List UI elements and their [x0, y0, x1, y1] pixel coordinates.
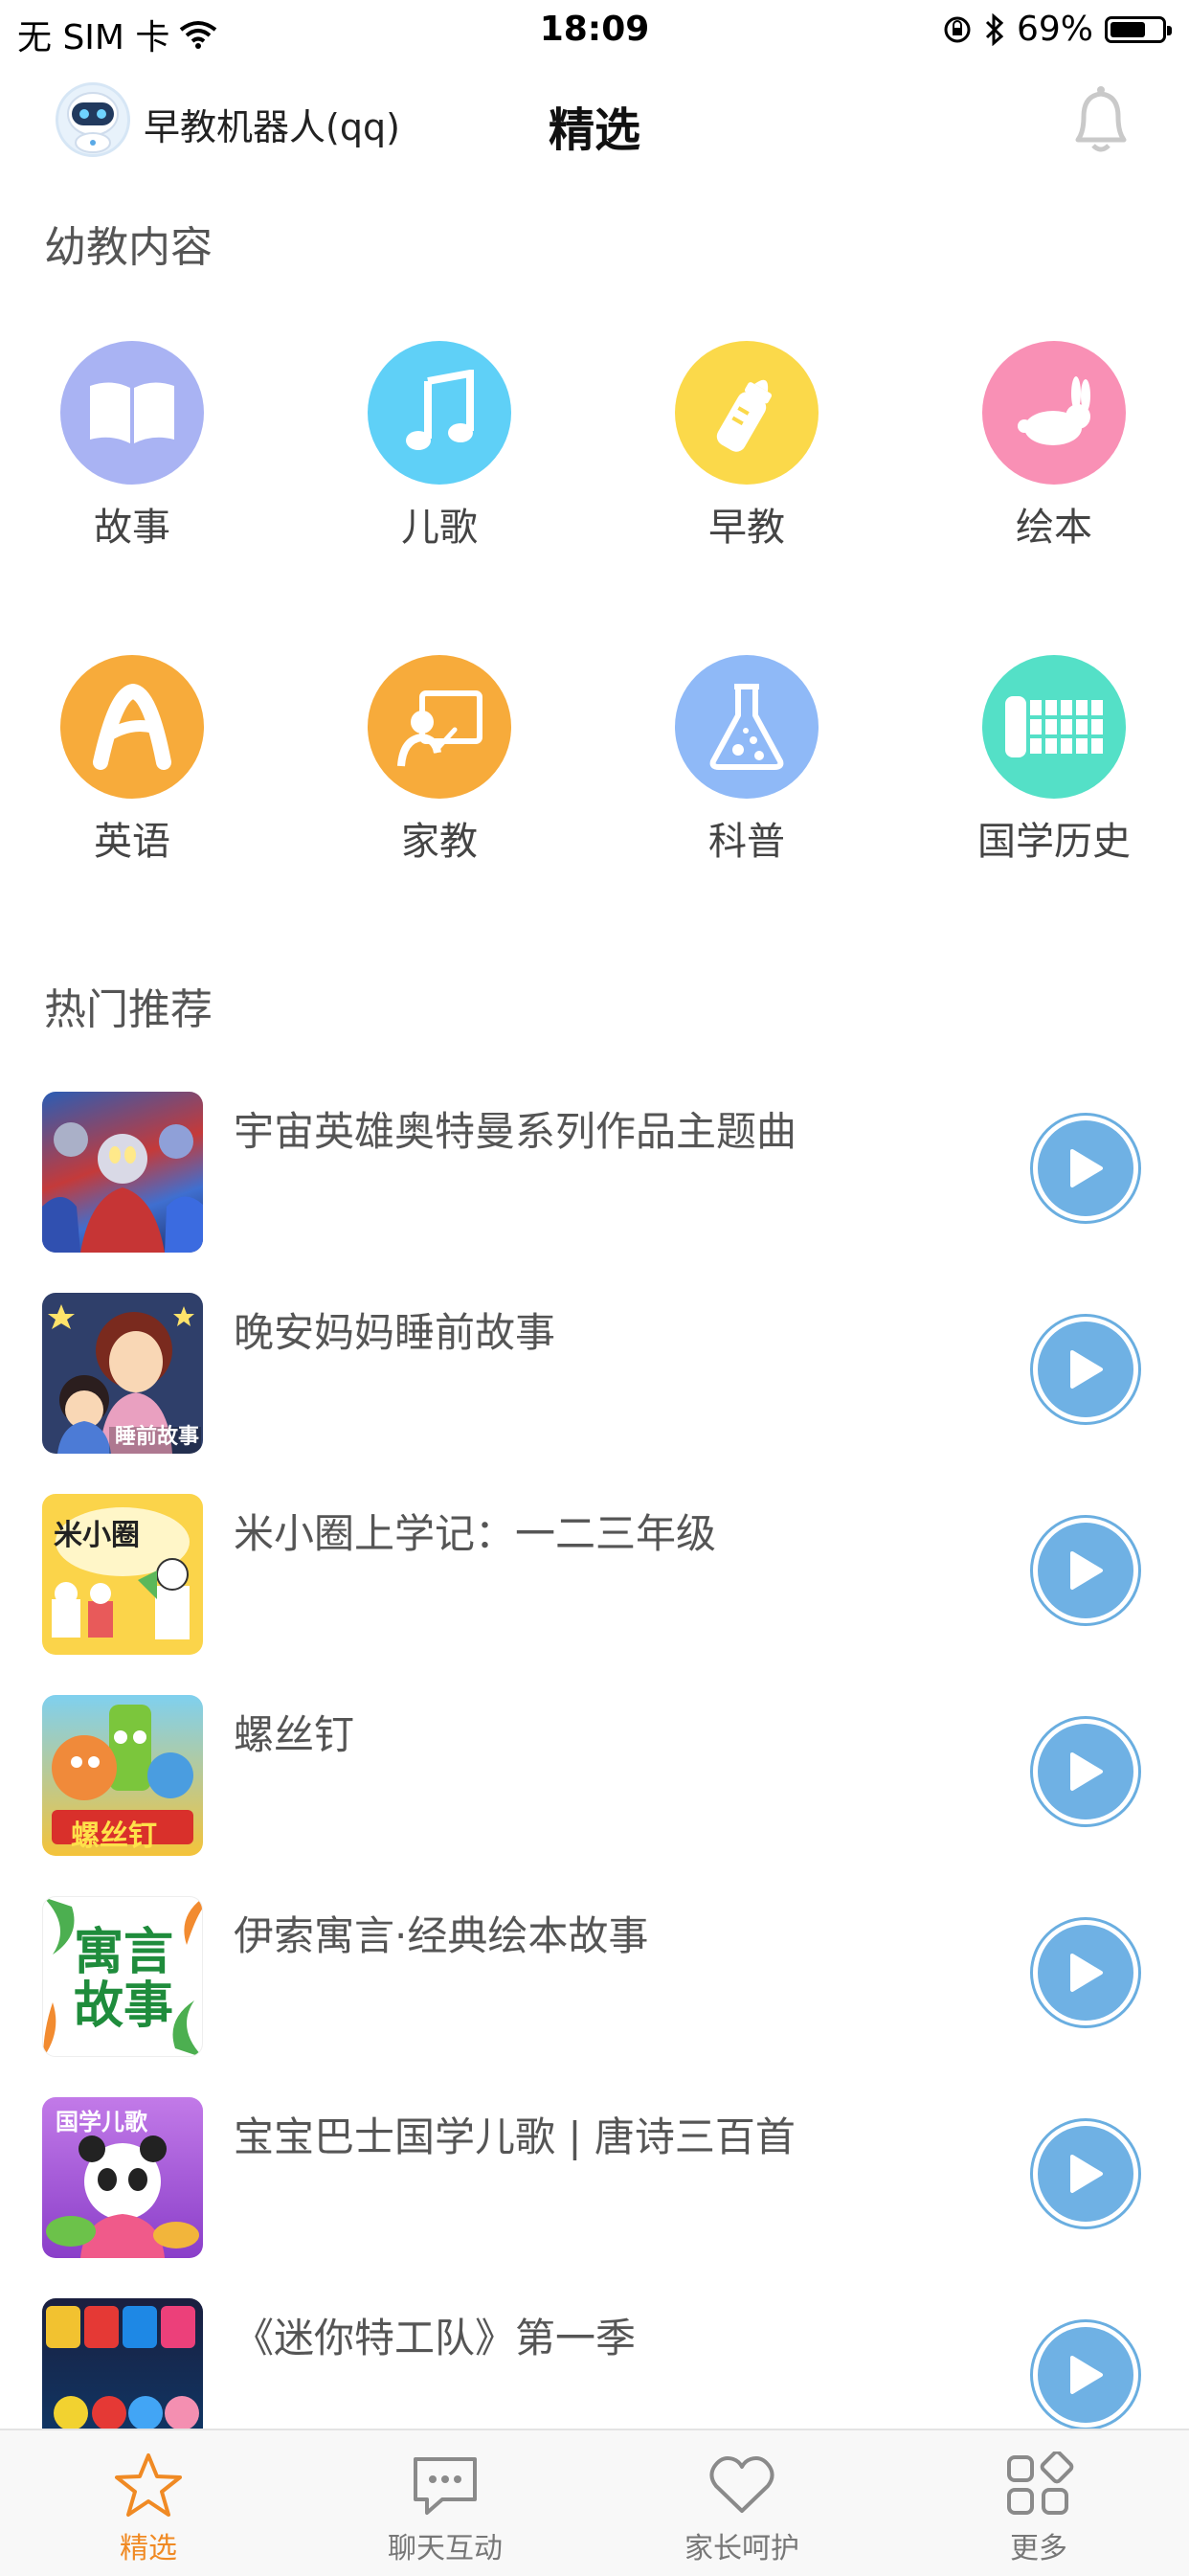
top-navigation-bar: 早教机器人(qq) 精选: [0, 67, 1189, 172]
list-item[interactable]: 睡前故事 晚安妈妈睡前故事: [0, 1281, 1189, 1482]
category-science-circle: [675, 655, 819, 799]
flask-icon: [709, 684, 784, 770]
category-early-education-circle: [675, 341, 819, 485]
music-note-icon: [406, 370, 474, 450]
thumbnail-caption: 睡前故事: [114, 1425, 199, 1449]
item-title: 晚安妈妈睡前故事: [234, 1309, 556, 1356]
category-picture-books[interactable]: 绘本: [949, 341, 1159, 552]
category-classics-history-circle: [982, 655, 1126, 799]
category-story-circle: [60, 341, 204, 485]
category-songs-circle: [368, 341, 511, 485]
category-early-education[interactable]: 早教: [641, 341, 852, 552]
play-button[interactable]: [1030, 1314, 1141, 1425]
play-icon: [1070, 1954, 1103, 1992]
list-item[interactable]: 螺丝钉 螺丝钉: [0, 1683, 1189, 1885]
category-tutoring-circle: [368, 655, 511, 799]
category-label: 英语: [94, 820, 170, 864]
category-story[interactable]: 故事: [27, 341, 237, 552]
star-icon: [115, 2453, 182, 2517]
play-icon: [1070, 1752, 1103, 1791]
album-thumbnail[interactable]: 米小圈: [42, 1494, 203, 1655]
category-label: 绘本: [1016, 506, 1092, 550]
album-thumbnail[interactable]: 国学儿歌: [42, 2097, 203, 2258]
play-icon: [1070, 1149, 1103, 1187]
item-title: 《迷你特工队》第一季: [234, 2315, 637, 2361]
item-title: 螺丝钉: [234, 1711, 355, 1758]
tab-chat[interactable]: 聊天互动: [297, 2430, 594, 2576]
list-item[interactable]: 宇宙英雄奥特曼系列作品主题曲: [0, 1080, 1189, 1281]
bamboo-scroll-icon: [1005, 696, 1103, 757]
book-icon: [90, 382, 174, 443]
tab-featured[interactable]: 精选: [0, 2430, 297, 2576]
album-thumbnail[interactable]: [42, 1092, 203, 1253]
tab-label: 聊天互动: [388, 2532, 503, 2565]
status-bar: 无 SIM 卡 18:09 69%: [0, 0, 1189, 59]
battery-percent: 69%: [1016, 10, 1093, 49]
rabbit-icon: [1018, 376, 1090, 445]
battery-level: [1110, 21, 1145, 37]
list-item[interactable]: 米小圈 米小圈上学记：一二三年级: [0, 1482, 1189, 1683]
baby-bottle-icon: [716, 379, 773, 452]
category-label: 科普: [708, 820, 785, 864]
category-label: 家教: [401, 820, 478, 864]
chat-bubble-icon: [414, 2457, 477, 2515]
tab-label: 精选: [120, 2532, 177, 2565]
category-english[interactable]: 英语: [27, 655, 237, 866]
play-icon: [1070, 1551, 1103, 1590]
play-button[interactable]: [1030, 2319, 1141, 2430]
bluetooth-icon: [985, 12, 1004, 46]
heart-icon: [709, 2456, 774, 2513]
section-title-hot: 热门推荐: [44, 985, 213, 1034]
grid-icon: [1007, 2452, 1074, 2515]
list-item[interactable]: 寓言故事 伊索寓言·经典绘本故事: [0, 1885, 1189, 2086]
category-english-circle: [60, 655, 204, 799]
category-label: 故事: [94, 506, 170, 550]
status-icons: 69%: [942, 10, 1172, 49]
bell-icon[interactable]: [1065, 82, 1137, 159]
play-icon: [1070, 2155, 1103, 2193]
list-item[interactable]: 国学儿歌 宝宝巴士国学儿歌 | 唐诗三百首: [0, 2086, 1189, 2287]
thumbnail-caption: 米小圈: [54, 1519, 140, 1552]
category-tutoring[interactable]: 家教: [334, 655, 545, 866]
play-button[interactable]: [1030, 1515, 1141, 1626]
section-title-content: 幼教内容: [44, 223, 213, 272]
category-science[interactable]: 科普: [641, 655, 852, 866]
tab-label: 家长呵护: [684, 2532, 799, 2565]
category-classics-history[interactable]: 国学历史: [949, 655, 1159, 866]
thumbnail-caption: 螺丝钉: [71, 1819, 157, 1853]
play-icon: [1070, 1350, 1103, 1389]
tab-parental-care[interactable]: 家长呵护: [594, 2430, 890, 2576]
item-title: 宝宝巴士国学儿歌 | 唐诗三百首: [234, 2113, 796, 2160]
item-title: 伊索寓言·经典绘本故事: [234, 1912, 649, 1959]
category-songs[interactable]: 儿歌: [334, 341, 545, 552]
album-thumbnail[interactable]: 寓言故事: [42, 1896, 203, 2057]
play-button[interactable]: [1030, 1716, 1141, 1827]
play-button[interactable]: [1030, 1917, 1141, 2028]
thumbnail-caption: 国学儿歌: [56, 2109, 147, 2135]
page-title: 精选: [548, 103, 640, 157]
category-picture-books-circle: [982, 341, 1126, 485]
play-button[interactable]: [1030, 2118, 1141, 2229]
category-label: 国学历史: [977, 820, 1131, 864]
bottom-tab-bar: 精选 聊天互动 家长呵护 更多: [0, 2429, 1189, 2576]
tab-label: 更多: [1010, 2532, 1067, 2565]
thumbnail-caption: 寓言故事: [73, 1924, 173, 2035]
teacher-board-icon: [397, 690, 482, 767]
play-button[interactable]: [1030, 1113, 1141, 1224]
battery-icon: [1105, 15, 1172, 43]
item-title: 宇宙英雄奥特曼系列作品主题曲: [234, 1108, 797, 1155]
play-icon: [1070, 2356, 1103, 2394]
tab-more[interactable]: 更多: [890, 2430, 1187, 2576]
ultraman-artwork: [42, 1122, 203, 1253]
rotation-lock-icon: [944, 16, 971, 42]
letter-a-icon: [93, 684, 171, 770]
album-thumbnail[interactable]: 螺丝钉: [42, 1695, 203, 1856]
category-label: 儿歌: [401, 506, 478, 550]
category-label: 早教: [708, 506, 785, 550]
item-title: 米小圈上学记：一二三年级: [234, 1510, 717, 1557]
album-thumbnail[interactable]: 睡前故事: [42, 1293, 203, 1454]
